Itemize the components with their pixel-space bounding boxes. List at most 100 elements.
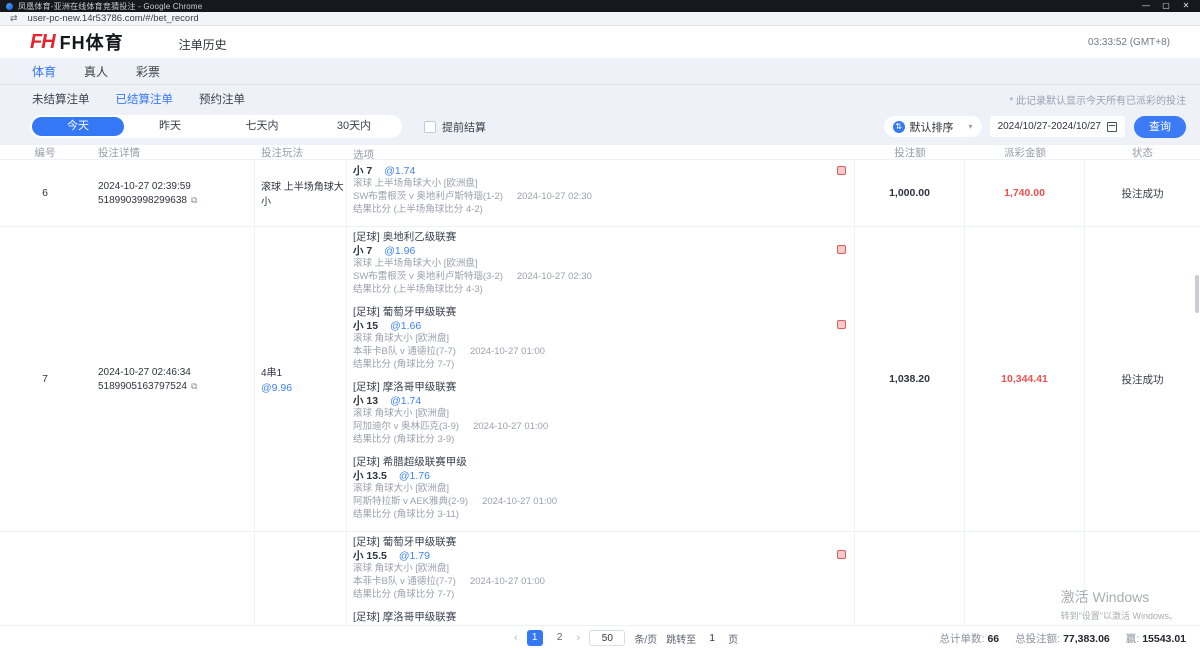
- url-text[interactable]: user-pc-new.14r53786.com/#/bet_record: [28, 13, 199, 24]
- page-size-input[interactable]: 50: [589, 630, 625, 646]
- copy-icon[interactable]: ⧉: [191, 195, 197, 206]
- row-number: 7: [42, 373, 48, 385]
- selection-odds: @1.79: [399, 550, 430, 562]
- cell-bet-detail: 2024-10-27 02:39:59 5189903998299638 ⧉: [90, 160, 255, 226]
- bet-time: 2024-10-27 02:39:59: [98, 181, 254, 192]
- secondary-tabs: 未结算注单 已结算注单 预约注单 * 此记录默认显示今天所有已派彩的投注: [0, 85, 1200, 112]
- tab-sports[interactable]: 体育: [32, 63, 56, 80]
- selection-pick: 小 13: [353, 395, 378, 407]
- page-unit-label: 页: [728, 631, 738, 646]
- checkbox-icon[interactable]: [424, 121, 436, 133]
- selection-match-line: 本菲卡B队 v 通德拉(7-7)2024-10-27 01:00: [353, 346, 820, 358]
- close-icon[interactable]: ✕: [1178, 0, 1194, 12]
- danger-flag-icon: [837, 320, 846, 329]
- selection-league: [足球] 奥地利乙级联赛: [353, 231, 820, 243]
- cell-selections: 小 7@1.74滚球 上半场角球大小 [欧洲盘]SW布雷根茨 v 奥地利卢斯特瑙…: [347, 160, 855, 226]
- subtab-unsettled[interactable]: 未结算注单: [32, 91, 90, 107]
- tab-lottery[interactable]: 彩票: [136, 63, 160, 80]
- maximize-icon[interactable]: ▢: [1158, 0, 1174, 12]
- cell-bet-amount: 1,000.00: [855, 160, 965, 226]
- play-type: 滚球 上半场角球大小: [261, 178, 346, 208]
- page-1[interactable]: 1: [527, 630, 543, 646]
- subtab-settled[interactable]: 已结算注单: [116, 91, 174, 107]
- danger-flag-icon: [837, 550, 846, 559]
- cell-bet-amount: 1,038.20: [855, 227, 965, 531]
- cell-status: 投注成功: [1085, 160, 1200, 226]
- selection-market: 滚球 角球大小 [欧洲盘]: [353, 333, 820, 345]
- logo-text[interactable]: FH体育: [60, 29, 124, 55]
- danger-flag-icon: [837, 245, 846, 254]
- selection-block: [足球] 奥地利乙级联赛小 7@1.96滚球 上半场角球大小 [欧洲盘]SW布雷…: [353, 231, 854, 296]
- selection-league: [足球] 摩洛哥甲级联赛: [353, 611, 820, 623]
- cell-row-number: 6: [0, 160, 90, 226]
- selection-match-line: 本菲卡B队 v 通德拉(7-7)2024-10-27 01:00: [353, 576, 820, 588]
- bet-time: 2024-10-27 02:46:34: [98, 367, 254, 378]
- copy-icon[interactable]: ⧉: [191, 381, 197, 392]
- bet-id: 5189903998299638: [98, 195, 187, 206]
- search-button[interactable]: 查询: [1134, 116, 1186, 138]
- page-2[interactable]: 2: [552, 630, 568, 646]
- selection-kickoff-time: 2024-10-27 02:30: [517, 271, 592, 282]
- window-titlebar: 凤凰体育-亚洲在线体育竞猜投注 - Google Chrome — ▢ ✕: [0, 0, 1200, 12]
- cell-bet-detail: 2024-10-27 02:46:34 5189905163797524 ⧉: [90, 227, 255, 531]
- bottom-bar: ‹ 1 2 › 50 条/页 跳转至 1 页 总计单数:66 总投注额:77,3…: [0, 625, 1200, 650]
- bet-id: 5189905163797524: [98, 381, 187, 392]
- selection-result: 结果比分 (上半场角球比分 4-3): [353, 284, 820, 296]
- pill-yesterday[interactable]: 昨天: [124, 117, 216, 136]
- total-amount: 总投注额:77,383.06: [1015, 631, 1110, 646]
- scrollbar-thumb[interactable]: [1195, 275, 1199, 313]
- pill-today[interactable]: 今天: [32, 117, 124, 136]
- table-body: 6 2024-10-27 02:39:59 5189903998299638 ⧉ 滚球 …: [0, 160, 1200, 650]
- col-header-no: 编号: [0, 145, 90, 160]
- selection-block: [足球] 摩洛哥甲级联赛小 13@1.74滚球 角球大小 [欧洲盘]阿加迪尔 v…: [353, 381, 854, 446]
- prev-page-icon[interactable]: ‹: [514, 632, 518, 644]
- bet-id-line: 5189903998299638 ⧉: [98, 195, 254, 206]
- logo-fh-mark[interactable]: FH: [30, 31, 55, 54]
- tab-live-casino[interactable]: 真人: [84, 63, 108, 80]
- table-header-row: 编号 投注详情 投注玩法 选项 投注额 派彩金额 状态: [0, 145, 1200, 160]
- selection-league: [足球] 葡萄牙甲级联赛: [353, 306, 820, 318]
- pill-30days[interactable]: 30天内: [308, 117, 400, 136]
- selection-odds: @1.96: [384, 245, 415, 257]
- selection-market: 滚球 角球大小 [欧洲盘]: [353, 563, 820, 575]
- table-row: 6 2024-10-27 02:39:59 5189903998299638 ⧉ 滚球 …: [0, 160, 1200, 227]
- bet-record-table: 编号 投注详情 投注玩法 选项 投注额 派彩金额 状态 62024-10-27 …: [0, 145, 1200, 650]
- pill-7days[interactable]: 七天内: [216, 117, 308, 136]
- early-settle-checkbox-group[interactable]: 提前结算: [424, 119, 486, 135]
- server-clock: 03:33:52 (GMT+8): [1088, 37, 1170, 48]
- date-range-input[interactable]: 2024/10/27-2024/10/27: [990, 116, 1125, 137]
- selection-match: 阿加迪尔 v 奥林匹克(3-9): [353, 421, 459, 432]
- selection-league: [足球] 葡萄牙甲级联赛: [353, 536, 820, 548]
- col-header-detail: 投注详情: [90, 145, 255, 160]
- selection-block: [足球] 希腊超级联赛甲级小 13.5@1.76滚球 角球大小 [欧洲盘]阿斯特…: [353, 456, 854, 521]
- page-title: 注单历史: [179, 36, 227, 53]
- selection-league: [足球] 希腊超级联赛甲级: [353, 456, 820, 468]
- selection-kickoff-time: 2024-10-27 01:00: [470, 576, 545, 587]
- jump-page-input[interactable]: 1: [705, 633, 719, 644]
- col-header-amount: 投注额: [855, 145, 965, 160]
- date-range-pills: 今天 昨天 七天内 30天内: [30, 115, 402, 138]
- calendar-icon: [1107, 122, 1117, 132]
- selection-result: 结果比分 (角球比分 7-7): [353, 359, 820, 371]
- status-text: 投注成功: [1122, 372, 1164, 387]
- parlay-odds: @9.96: [261, 382, 346, 394]
- play-type: 4串1: [261, 364, 346, 379]
- minimize-icon[interactable]: —: [1138, 0, 1154, 12]
- cell-selections: [足球] 奥地利乙级联赛小 7@1.96滚球 上半场角球大小 [欧洲盘]SW布雷…: [347, 227, 855, 531]
- url-arrow-icon[interactable]: ⇄: [10, 13, 18, 24]
- sort-select[interactable]: ⇅ 默认排序 ▾: [884, 116, 982, 137]
- selection-league: [足球] 摩洛哥甲级联赛: [353, 381, 820, 393]
- next-page-icon[interactable]: ›: [577, 632, 581, 644]
- cell-play-type: 4串1 @9.96: [255, 227, 347, 531]
- selection-pick: 小 7: [353, 245, 372, 257]
- subtab-reserved[interactable]: 预约注单: [199, 91, 245, 107]
- bet-amount: 1,000.00: [889, 187, 930, 199]
- table-row: 7 2024-10-27 02:46:34 5189905163797524 ⧉ 4串1…: [0, 227, 1200, 532]
- selection-match-line: SW布雷根茨 v 奥地利卢斯特瑙(3-2)2024-10-27 02:30: [353, 271, 820, 283]
- selection-kickoff-time: 2024-10-27 01:00: [482, 496, 557, 507]
- selection-match-line: 阿加迪尔 v 奥林匹克(3-9)2024-10-27 01:00: [353, 421, 820, 433]
- pagination: ‹ 1 2 › 50 条/页 跳转至 1 页: [514, 630, 738, 646]
- url-bar: ⇄ user-pc-new.14r53786.com/#/bet_record: [0, 12, 1200, 26]
- filter-bar: 今天 昨天 七天内 30天内 提前结算 ⇅ 默认排序 ▾ 2024/10/27-…: [0, 112, 1200, 145]
- selection-odds: @1.74: [384, 165, 415, 177]
